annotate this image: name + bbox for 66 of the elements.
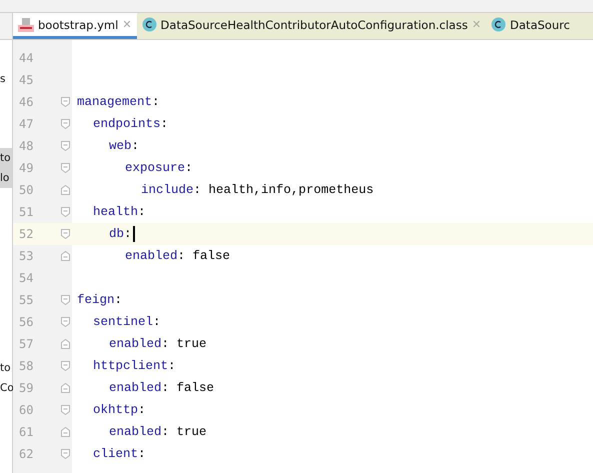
code-text: httpclient: — [93, 358, 176, 375]
fold-icon[interactable] — [61, 317, 70, 327]
line-number: 51 — [18, 204, 34, 221]
code-text: db: — [109, 226, 132, 243]
code-text: management: — [77, 94, 160, 111]
code-text: feign: — [77, 292, 122, 309]
fold-end-icon[interactable] — [61, 185, 70, 195]
code-text: sentinel: — [93, 314, 161, 331]
side-panel-item[interactable]: s — [0, 68, 12, 90]
fold-icon[interactable] — [61, 207, 70, 217]
code-text: enabled: false — [125, 248, 230, 265]
code-text: include: health,info,prometheus — [141, 182, 374, 199]
code-text: client: — [93, 446, 146, 463]
line-number: 45 — [18, 72, 34, 89]
tab-label[interactable]: DataSourceHealthContributorAutoConfiguration.class — [160, 18, 468, 32]
editor-tab[interactable]: DataSourc — [486, 13, 575, 39]
fold-end-icon[interactable] — [61, 427, 70, 437]
fold-end-icon[interactable] — [61, 383, 70, 393]
side-panel-item[interactable]: to — [0, 148, 12, 168]
fold-end-icon[interactable] — [61, 251, 70, 261]
code-text: web: — [109, 138, 140, 155]
line-number: 59 — [18, 380, 34, 397]
code-text: exposure: — [125, 160, 193, 177]
class-icon — [491, 17, 506, 32]
code-text: endpoints: — [93, 116, 168, 133]
text-cursor — [132, 226, 135, 242]
line-number: 56 — [18, 314, 34, 331]
line-number: 52 — [18, 226, 34, 243]
line-number: 55 — [18, 292, 34, 309]
fold-icon[interactable] — [61, 361, 70, 371]
line-number: 54 — [18, 270, 34, 287]
line-number: 61 — [18, 424, 34, 441]
fold-icon[interactable] — [61, 119, 70, 129]
line-number: 49 — [18, 160, 34, 177]
fold-icon[interactable] — [61, 141, 70, 151]
fold-icon[interactable] — [61, 229, 70, 239]
fold-end-icon[interactable] — [61, 339, 70, 349]
side-panel-item[interactable]: Co — [0, 378, 12, 398]
side-panel-item[interactable]: to — [0, 358, 12, 378]
code-text: enabled: false — [109, 380, 214, 397]
line-number: 53 — [18, 248, 34, 265]
line-number: 60 — [18, 402, 34, 419]
side-panel-item[interactable]: lo — [0, 168, 12, 188]
editor-tab[interactable]: DataSourceHealthContributorAutoConfiguration.class ✕ — [136, 13, 486, 39]
tab-label[interactable]: DataSourc — [510, 18, 570, 32]
fold-icon[interactable] — [61, 295, 70, 305]
yml-file-icon — [18, 16, 34, 32]
editor-tab[interactable]: bootstrap.yml ✕ — [13, 13, 137, 39]
line-number: 57 — [18, 336, 34, 353]
line-number: 47 — [18, 116, 34, 133]
fold-icon[interactable] — [61, 449, 70, 459]
fold-icon[interactable] — [61, 97, 70, 107]
fold-icon[interactable] — [61, 405, 70, 415]
code-text: health: — [93, 204, 146, 221]
code-text: okhttp: — [93, 402, 146, 419]
class-icon — [142, 17, 157, 32]
code-text: enabled: true — [109, 424, 207, 441]
line-number: 48 — [18, 138, 34, 155]
line-number: 44 — [18, 50, 34, 67]
fold-icon[interactable] — [61, 163, 70, 173]
line-number: 46 — [18, 94, 34, 111]
tab-label[interactable]: bootstrap.yml — [38, 18, 118, 32]
line-number: 58 — [18, 358, 34, 375]
line-number: 50 — [18, 182, 34, 199]
line-number: 62 — [18, 446, 34, 463]
code-text: enabled: true — [109, 336, 207, 353]
